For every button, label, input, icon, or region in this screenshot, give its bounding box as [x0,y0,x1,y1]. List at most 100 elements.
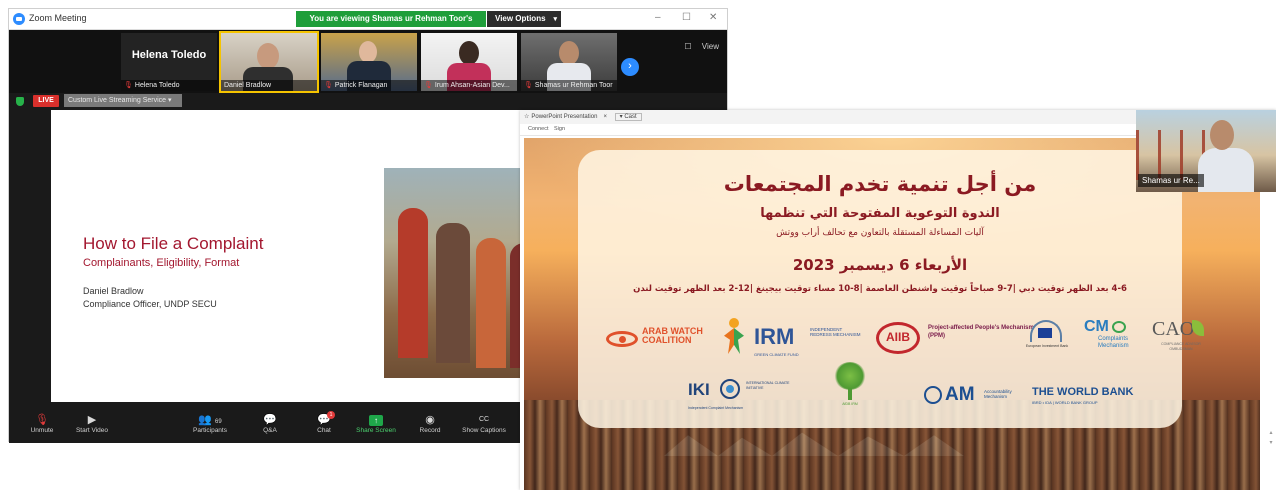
scrollbar[interactable]: ▴ ▾ [1268,428,1274,468]
mic-muted-icon: 🎙 [35,414,49,426]
tab-title: PowerPoint Presentation [531,114,598,120]
figure-logo [720,318,748,358]
bridge-background [1136,130,1206,180]
qa-icon: 💬 [263,414,277,426]
aiib-logo: AIIB [876,322,922,356]
arabic-title: من أجل تنمية تخدم المجتمعات [723,172,1037,196]
share-screen-button[interactable]: ↑ Share Screen [351,413,401,434]
chevron-down-icon: ▾ [553,16,558,23]
eib-logo: European Investment Bank [1024,320,1070,356]
cast-button[interactable]: ▾ Cast [614,113,642,121]
maximize-button[interactable]: ☐ [682,12,691,23]
mic-muted-icon: 🎙 [324,82,333,89]
participant-big-name: Helena Toledo [131,49,207,61]
iki-logo: IKI INTERNATIONAL CLIMATE INITIATIVE Ind… [688,379,790,410]
toolbar-label: Record [419,427,441,434]
chat-unread-badge: 1 [327,411,335,419]
slide-title: How to File a Complaint [83,234,264,253]
arabic-subtitle-secondary: آليات المساءلة المستقلة بالتعاون مع تحال… [776,228,984,238]
toolbar-label: Q&A [263,427,277,434]
participant-name-bar: 🎙 Helena Toledo [121,80,217,91]
complaints-mechanism-logo: CM Complaints Mechanism [1084,318,1129,349]
flyer-card: من أجل تنمية تخدم المجتمعات الندوة التوع… [578,150,1204,428]
irm-logo: IRM INDEPENDENT REDRESS MECHANISM GREEN … [754,324,861,357]
mic-muted-icon: 🎙 [424,82,433,89]
arabic-event-times: 4-6 بعد الظهر توقيت دبي |7-9 صباحاً توقي… [633,284,1127,294]
browser-tab[interactable]: ☆ PowerPoint Presentation × ▾ Cast [524,113,642,121]
participants-icon: 👥 69 [198,414,222,426]
zoom-logo-icon [13,13,25,25]
slide-presenter-role: Compliance Officer, UNDP SECU [83,299,217,309]
participant-name: Daniel Bradlow [224,82,272,89]
participant-tile[interactable]: 🎙 Patrick Flanagan [321,33,417,91]
qa-button[interactable]: 💬 Q&A [245,413,295,434]
live-badge[interactable]: LIVE [33,95,59,107]
eu-flag-icon [1038,328,1052,338]
zoom-titlebar: Zoom Meeting You are viewing Shamas ur R… [9,9,727,39]
menu-item-sign[interactable]: Sign [554,126,565,132]
toolbar-label: Share Screen [356,427,396,434]
eye-icon [1112,321,1126,333]
participant-tile-active-speaker[interactable]: Daniel Bradlow [219,31,319,93]
minimize-button[interactable]: – [655,12,661,23]
stream-service-label: Custom Live Streaming Service [68,97,167,104]
toolbar-label: Unmute [30,427,54,434]
menu-item-connect[interactable]: Connect [528,126,549,132]
participant-name-bar: Daniel Bradlow [221,80,317,91]
globe-icon [924,386,942,404]
video-off-icon: ▶ [87,414,97,426]
mic-muted-icon: 🎙 [524,82,533,89]
star-icon: ☆ [524,114,530,120]
arabic-event-date: الأربعاء 6 ديسمبر 2023 [792,256,968,274]
strip-view-controls[interactable]: ☐ View [684,42,719,51]
tree-logo: AfDB IRM [830,362,870,416]
toolbar-label: Chat [317,427,331,434]
slide-subtitle: Complainants, Eligibility, Format [83,257,240,269]
screenshot-stage: Zoom Meeting You are viewing Shamas ur R… [0,0,1276,490]
participant-tile[interactable]: 🎙 Irum Ahsan-Asian Dev... [421,33,517,91]
participant-name: Shamas ur Rehman Toor [534,82,613,89]
world-bank-logo: THE WORLD BANK IBRD • IDA | WORLD BANK G… [1032,386,1134,405]
chat-icon: 💬 [317,414,331,426]
app-title: Zoom Meeting [29,13,87,23]
share-screen-icon: ↑ [369,415,383,426]
cao-logo: CAO COMPLIANCE ADVISOR OMBUDSMAN [1152,318,1218,362]
arab-watch-coalition-logo: ARAB WATCH COALITION [606,321,716,361]
toolbar-label: Show Captions [462,427,506,434]
participant-video [257,43,279,69]
ppm-logo: Project-affected People's Mechanism (PPM… [928,325,1034,339]
captions-button[interactable]: CC Show Captions [459,413,509,434]
toolbar-label: Participants [193,427,227,434]
security-shield-icon [16,97,24,106]
view-options-label: View Options [495,14,546,23]
slide-presenter-name: Daniel Bradlow [83,286,144,296]
participant-video [459,41,479,65]
close-button[interactable]: ✕ [709,12,717,23]
speaker-name-tag: Shamas ur Re... [1138,174,1204,187]
record-button[interactable]: ◉ Record [405,413,455,434]
toolbar-label: Start Video [75,427,109,434]
stream-service-dropdown[interactable]: Custom Live Streaming Service ▾ [64,94,182,107]
tab-close-icon[interactable]: × [603,114,607,120]
next-page-arrow-icon[interactable]: › [621,58,639,76]
participants-button[interactable]: 👥 69 Participants [185,413,235,434]
participant-name: Patrick Flanagan [334,82,388,89]
participant-name-bar: 🎙 Patrick Flanagan [321,80,417,91]
view-options-button[interactable]: View Options ▾ [487,11,561,27]
participant-thumbnail-strip: Helena Toledo 🎙 Helena Toledo Daniel Brad… [9,30,727,93]
cast-label: Cast [624,114,637,120]
powerpoint-window: ☆ PowerPoint Presentation × ▾ Cast Connect… [520,110,1276,490]
mic-muted-icon: 🎙 [124,82,133,89]
participant-tile[interactable]: Helena Toledo 🎙 Helena Toledo [121,33,217,91]
start-video-button[interactable]: ▶ Start Video [67,413,117,434]
chevron-down-icon: ▾ [168,97,172,104]
participant-tile[interactable]: 🎙 Shamas ur Rehman Toor [521,33,617,91]
layout-icon: ☐ [684,42,692,51]
participant-name-bar: 🎙 Irum Ahsan-Asian Dev... [421,80,517,91]
unmute-button[interactable]: 🎙 Unmute [17,413,67,434]
view-label: View [701,42,719,51]
participant-name: Helena Toledo [134,82,180,89]
chat-button[interactable]: 💬 1 Chat [299,411,349,434]
accountability-mechanism-logo: AM Accountability Mechanism [924,384,1034,410]
participant-video [559,41,579,65]
